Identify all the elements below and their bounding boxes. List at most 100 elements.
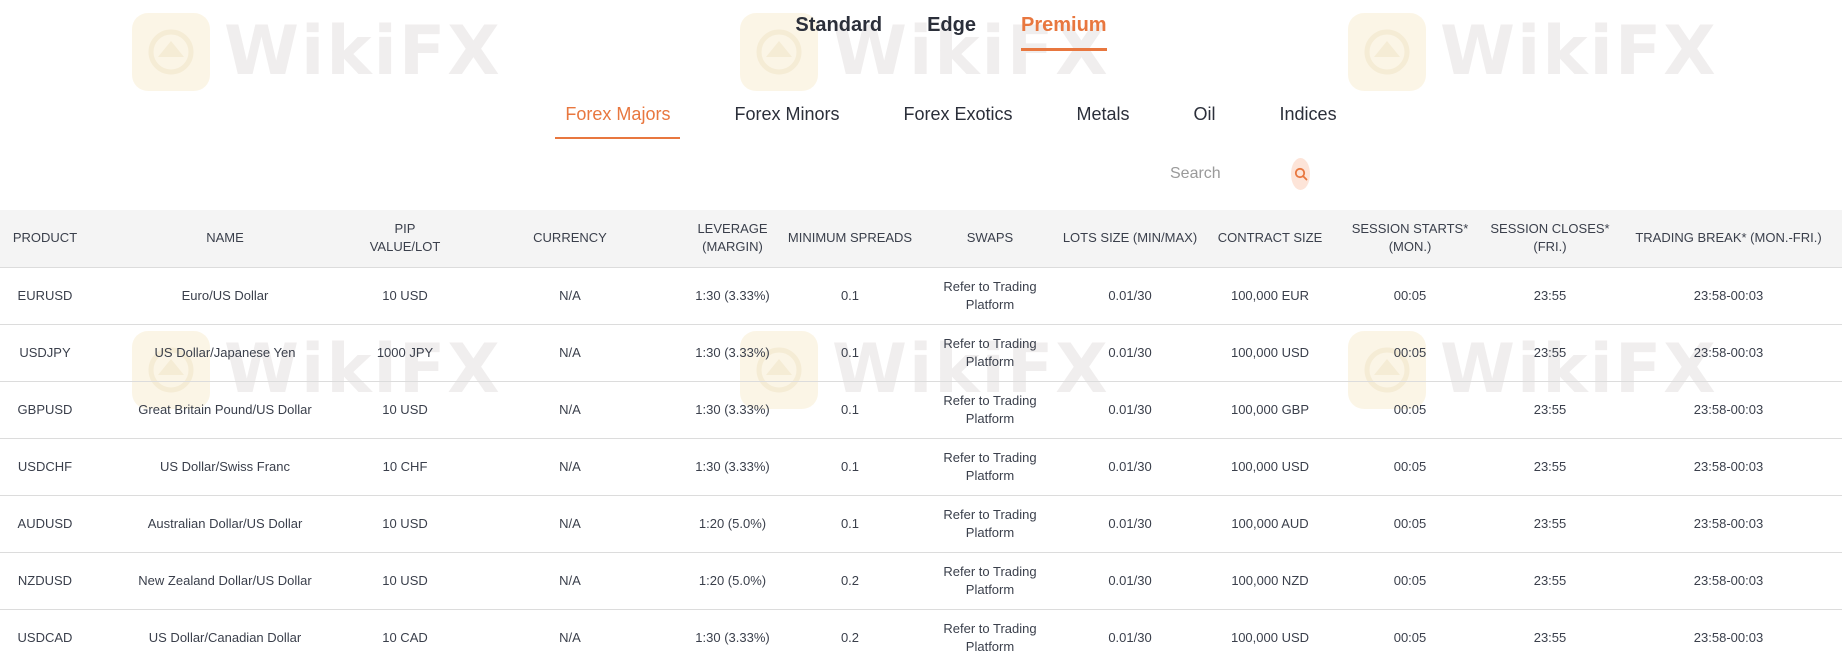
cell-product: USDCAD xyxy=(17,629,73,645)
cell-lot-size: 0.01/30 xyxy=(1108,458,1152,474)
tab-premium[interactable]: Premium xyxy=(1021,0,1107,51)
cell-session-start: 00:05 xyxy=(1393,287,1427,303)
cell-session-start: 00:05 xyxy=(1393,401,1427,417)
cell-leverage: 1:30 (3.33%) xyxy=(695,287,770,303)
cell-pip-value: 1000 JPY xyxy=(376,344,434,360)
cell-lot-size: 0.01/30 xyxy=(1108,515,1152,531)
cell-name: Great Britain Pound/US Dollar xyxy=(138,401,312,417)
table-row: NZDUSD New Zealand Dollar/US Dollar 10 U… xyxy=(0,552,1842,609)
cell-session-start: 00:05 xyxy=(1393,344,1427,360)
column-header: MINIMUM SPREADS xyxy=(787,230,913,246)
cell-contract-size: 100,000 EUR xyxy=(1230,287,1310,303)
cell-session-close: 23:55 xyxy=(1533,458,1567,474)
tab-forex-exotics[interactable]: Forex Exotics xyxy=(893,98,1022,139)
cell-trading-break: 23:58-00:03 xyxy=(1693,515,1764,531)
cell-leverage: 1:30 (3.33%) xyxy=(695,458,770,474)
table-row: USDJPY US Dollar/Japanese Yen 1000 JPY N… xyxy=(0,324,1842,381)
cell-contract-size: 100,000 USD xyxy=(1230,458,1310,474)
tab-metals[interactable]: Metals xyxy=(1067,98,1140,139)
cell-swaps: Refer to Trading Platform xyxy=(943,563,1037,597)
cell-swaps: Refer to Trading Platform xyxy=(943,449,1037,483)
cell-pip-value: 10 CHF xyxy=(382,458,428,474)
column-header: CURRENCY xyxy=(533,230,607,246)
column-header: LEVERAGE (MARGIN) xyxy=(697,221,768,255)
search-button[interactable] xyxy=(1291,158,1310,190)
cell-pip-value: 10 USD xyxy=(382,287,428,303)
cell-contract-size: 100,000 AUD xyxy=(1231,515,1309,531)
cell-min-spread: 0.1 xyxy=(840,287,860,303)
cell-trading-break: 23:58-00:03 xyxy=(1693,344,1764,360)
cell-product: USDCHF xyxy=(17,458,73,474)
cell-session-start: 00:05 xyxy=(1393,515,1427,531)
cell-lot-size: 0.01/30 xyxy=(1108,287,1152,303)
tab-edge[interactable]: Edge xyxy=(927,0,976,48)
cell-trading-break: 23:58-00:03 xyxy=(1693,401,1764,417)
column-header: PRODUCT xyxy=(12,230,78,246)
cell-min-spread: 0.2 xyxy=(840,629,860,645)
cell-pip-value: 10 USD xyxy=(382,572,428,588)
cell-product: GBPUSD xyxy=(17,401,73,417)
table-row: EURUSD Euro/US Dollar 10 USD N/A 1:30 (3… xyxy=(0,267,1842,324)
cell-min-spread: 0.1 xyxy=(840,344,860,360)
tab-indices[interactable]: Indices xyxy=(1270,98,1347,139)
cell-min-spread: 0.2 xyxy=(840,572,860,588)
cell-pip-value: 10 USD xyxy=(382,515,428,531)
cell-swaps: Refer to Trading Platform xyxy=(943,392,1037,426)
cell-product: AUDUSD xyxy=(17,515,73,531)
cell-leverage: 1:20 (5.0%) xyxy=(698,515,767,531)
cell-lot-size: 0.01/30 xyxy=(1108,344,1152,360)
account-type-tabs: Standard Edge Premium xyxy=(0,0,1842,51)
cell-swaps: Refer to Trading Platform xyxy=(943,620,1037,654)
cell-leverage: 1:30 (3.33%) xyxy=(695,401,770,417)
search-icon xyxy=(1294,167,1307,181)
cell-product: USDJPY xyxy=(19,344,71,360)
column-header: SESSION STARTS* (MON.) xyxy=(1351,221,1469,255)
column-header: PIP VALUE/LOT xyxy=(369,221,441,255)
cell-leverage: 1:30 (3.33%) xyxy=(695,344,770,360)
cell-session-close: 23:55 xyxy=(1533,515,1567,531)
page: WikiFX WikiFX WikiFX WikiFX WikiFX WikiF… xyxy=(0,0,1842,665)
cell-leverage: 1:20 (5.0%) xyxy=(698,572,767,588)
column-header: TRADING BREAK* (MON.-FRI.) xyxy=(1635,230,1822,246)
tab-standard[interactable]: Standard xyxy=(795,0,882,48)
tab-forex-minors[interactable]: Forex Minors xyxy=(724,98,849,139)
search-input[interactable] xyxy=(1160,161,1285,187)
cell-currency: N/A xyxy=(559,515,581,531)
table-row: USDCHF US Dollar/Swiss Franc 10 CHF N/A … xyxy=(0,438,1842,495)
cell-trading-break: 23:58-00:03 xyxy=(1693,572,1764,588)
tab-forex-majors[interactable]: Forex Majors xyxy=(555,98,681,139)
cell-trading-break: 23:58-00:03 xyxy=(1693,287,1764,303)
cell-name: New Zealand Dollar/US Dollar xyxy=(138,572,312,588)
cell-min-spread: 0.1 xyxy=(840,401,860,417)
cell-name: Euro/US Dollar xyxy=(181,287,269,303)
cell-swaps: Refer to Trading Platform xyxy=(943,278,1037,312)
cell-product: EURUSD xyxy=(17,287,73,303)
cell-lot-size: 0.01/30 xyxy=(1108,629,1152,645)
cell-currency: N/A xyxy=(559,629,581,645)
cell-session-close: 23:55 xyxy=(1533,629,1567,645)
column-header: CONTRACT SIZE xyxy=(1217,230,1323,246)
cell-name: US Dollar/Canadian Dollar xyxy=(148,629,302,645)
cell-min-spread: 0.1 xyxy=(840,515,860,531)
cell-lot-size: 0.01/30 xyxy=(1108,572,1152,588)
table-row: GBPUSD Great Britain Pound/US Dollar 10 … xyxy=(0,381,1842,438)
cell-pip-value: 10 CAD xyxy=(382,629,428,645)
cell-contract-size: 100,000 USD xyxy=(1230,344,1310,360)
table-row: USDCAD US Dollar/Canadian Dollar 10 CAD … xyxy=(0,609,1842,665)
cell-contract-size: 100,000 GBP xyxy=(1230,401,1310,417)
cell-session-close: 23:55 xyxy=(1533,287,1567,303)
table-row: AUDUSD Australian Dollar/US Dollar 10 US… xyxy=(0,495,1842,552)
tab-oil[interactable]: Oil xyxy=(1184,98,1226,139)
column-header: NAME xyxy=(206,230,244,246)
cell-swaps: Refer to Trading Platform xyxy=(943,506,1037,540)
instrument-table: PRODUCT NAME PIP VALUE/LOT CURRENCY LEVE… xyxy=(0,210,1842,665)
cell-leverage: 1:30 (3.33%) xyxy=(695,629,770,645)
cell-lot-size: 0.01/30 xyxy=(1108,401,1152,417)
cell-trading-break: 23:58-00:03 xyxy=(1693,629,1764,645)
column-header: SWAPS xyxy=(966,230,1014,246)
cell-name: US Dollar/Japanese Yen xyxy=(154,344,296,360)
column-header: SESSION CLOSES* (FRI.) xyxy=(1490,221,1610,255)
spreads-table: PRODUCT NAME PIP VALUE/LOT CURRENCY LEVE… xyxy=(0,210,1842,665)
cell-product: NZDUSD xyxy=(17,572,73,588)
cell-name: Australian Dollar/US Dollar xyxy=(147,515,303,531)
